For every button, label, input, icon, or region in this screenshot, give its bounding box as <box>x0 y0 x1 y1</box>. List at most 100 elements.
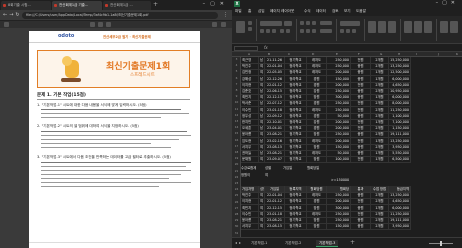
browser-tab-3[interactable]: 전산회계1급 ... <box>103 1 151 10</box>
align-left-icon[interactable] <box>300 29 304 33</box>
more-menu-icon[interactable]: ⋮ <box>223 12 228 18</box>
row-header[interactable]: 31 <box>232 231 241 235</box>
sheet-tab-active[interactable]: 기본작업-3 <box>316 240 339 247</box>
row-header[interactable]: 10 <box>232 100 241 104</box>
sidebar-toggle-icon[interactable] <box>4 22 9 27</box>
row-header[interactable]: 12 <box>232 113 241 117</box>
row-header[interactable]: 7 <box>232 82 241 86</box>
grid-cell[interactable]: 전원 <box>351 156 371 164</box>
grid-cell[interactable]: 문채원 <box>241 156 259 164</box>
column-header[interactable]: I <box>416 52 417 56</box>
column-header[interactable]: G <box>380 52 382 56</box>
align-bottom-icon[interactable] <box>312 21 316 25</box>
row-header[interactable]: 27 <box>232 206 241 210</box>
align-top-icon[interactable] <box>300 21 304 25</box>
grid-cell[interactable]: 150,000 <box>327 223 351 231</box>
row-header[interactable]: 15 <box>232 131 241 135</box>
currency-icon[interactable] <box>340 29 344 33</box>
browser-tab-1[interactable]: 8회기출 시험... <box>1 1 51 10</box>
column-header[interactable]: E <box>336 52 338 56</box>
column-header[interactable]: F <box>358 52 360 56</box>
cut-icon[interactable] <box>248 21 252 25</box>
grid-cell[interactable]: 2개월 <box>371 223 389 231</box>
fill-color-icon[interactable] <box>280 29 284 33</box>
criteria-cell[interactable]: 여 <box>265 172 268 177</box>
new-tab-icon[interactable]: + <box>153 1 158 9</box>
column-header[interactable]: C <box>288 52 290 56</box>
grid-cell[interactable]: 중원 <box>351 223 371 231</box>
ribbon-tab[interactable]: 홈 <box>248 9 251 14</box>
ribbon-tab[interactable]: 수식 <box>304 9 311 14</box>
format-cells-icon[interactable] <box>424 21 432 33</box>
back-forward-reload-icon[interactable]: ←→↻ <box>3 12 22 18</box>
criteria-header[interactable]: 월회당일 <box>307 165 319 170</box>
column-header[interactable]: A <box>248 52 250 56</box>
sheet-tab[interactable]: 기본작업-1 <box>248 240 270 247</box>
ribbon-tab[interactable]: 보기 <box>344 9 351 14</box>
ribbon-tab[interactable]: 삽입 <box>258 9 265 14</box>
spreadsheet-grid[interactable]: 최근영 남 21-11-26 정기학교 레저도 250,000 전원 2개월 15,250,00… <box>241 57 462 237</box>
criteria-cell[interactable]: 정원이 <box>241 172 250 177</box>
row-header[interactable]: 14 <box>232 125 241 129</box>
comma-icon[interactable] <box>352 29 356 33</box>
grid-cell[interactable]: 23-08-15 <box>265 223 285 231</box>
copy-icon[interactable] <box>248 27 252 31</box>
grid-cell[interactable]: 장원 <box>307 156 327 164</box>
align-middle-icon[interactable] <box>306 21 310 25</box>
row-header[interactable]: 5 <box>232 69 241 73</box>
percent-icon[interactable] <box>346 29 350 33</box>
window-controls[interactable]: –▢✕ <box>436 0 459 6</box>
row-header[interactable]: 6 <box>232 76 241 80</box>
delete-cells-icon[interactable] <box>414 21 422 33</box>
row-header[interactable]: 28 <box>232 212 241 216</box>
row-header[interactable]: 19 <box>232 156 241 160</box>
column-header[interactable]: H <box>398 52 400 56</box>
font-color-icon[interactable] <box>286 29 290 33</box>
number-format-select[interactable] <box>340 21 360 26</box>
insert-cells-icon[interactable] <box>404 21 412 33</box>
grid-cell[interactable]: 1개월 <box>371 156 389 164</box>
sort-filter-icon[interactable] <box>450 21 458 33</box>
italic-icon[interactable] <box>266 29 270 33</box>
column-header[interactable]: K <box>456 52 458 56</box>
grid-cell[interactable]: 장원 <box>307 223 327 231</box>
criteria-header[interactable]: 가입일 <box>283 165 292 170</box>
font-size-select[interactable] <box>284 21 292 26</box>
add-sheet-icon[interactable]: + <box>350 239 355 246</box>
grid-cell[interactable]: 서지우 <box>241 223 259 231</box>
conditional-format-icon[interactable] <box>368 21 376 33</box>
row-header[interactable]: 26 <box>232 200 241 204</box>
criteria-header[interactable]: 성별 <box>265 165 271 170</box>
row-header[interactable]: 11 <box>232 107 241 111</box>
row-header[interactable]: 25 <box>232 193 241 197</box>
zoom-in-icon[interactable] <box>98 22 103 27</box>
row-header[interactable]: 24 <box>232 187 241 191</box>
browser-tab-2[interactable]: 전산회계1급 기출... <box>52 1 102 10</box>
row-header[interactable]: 9 <box>232 94 241 98</box>
align-right-icon[interactable] <box>312 29 316 33</box>
row-header[interactable]: 8 <box>232 88 241 92</box>
row-header[interactable]: 17 <box>232 144 241 148</box>
table-format-icon[interactable] <box>378 21 386 33</box>
url-input[interactable]: file:///C:/Users/user/AppData/Local/Temp… <box>22 12 218 19</box>
fit-page-icon[interactable] <box>106 22 111 27</box>
ribbon-tab[interactable]: 도움말 <box>356 9 366 14</box>
align-center-icon[interactable] <box>306 29 310 33</box>
sum-icon[interactable] <box>440 21 448 33</box>
bold-icon[interactable] <box>260 29 264 33</box>
ribbon-tab[interactable]: 검토 <box>332 9 339 14</box>
row-header[interactable]: 18 <box>232 150 241 154</box>
grid-cell[interactable]: 6,500,000 <box>389 156 411 164</box>
criteria-header[interactable]: 수강료합계 <box>241 165 256 170</box>
criteria-cell[interactable]: >=150000 <box>331 178 349 182</box>
sheet-tab[interactable]: 기본작업-2 <box>282 240 304 247</box>
ribbon-tab[interactable]: 데이터 <box>316 9 326 14</box>
column-header[interactable]: J <box>438 52 439 56</box>
column-header[interactable]: D <box>312 52 314 56</box>
cell-styles-icon[interactable] <box>388 21 396 33</box>
underline-icon[interactable] <box>272 29 276 33</box>
ribbon-tab[interactable]: 파일 <box>235 9 242 14</box>
name-box[interactable] <box>234 46 258 51</box>
row-header[interactable]: 16 <box>232 138 241 142</box>
grid-cell[interactable]: 3,950,000 <box>389 223 411 231</box>
